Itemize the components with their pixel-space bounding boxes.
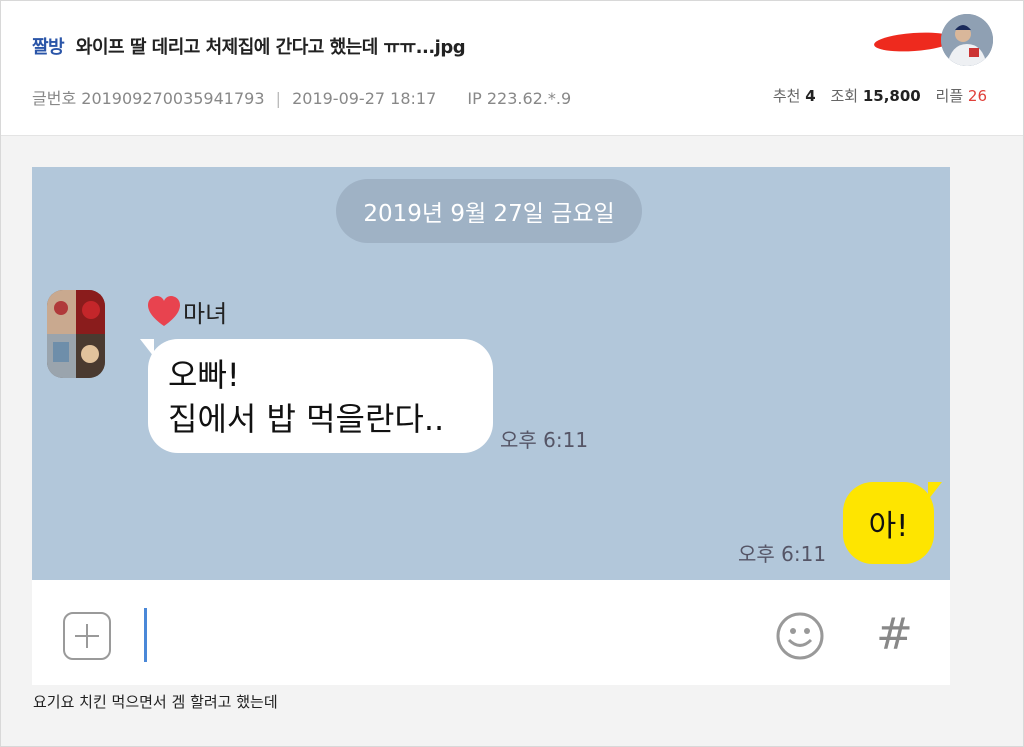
friend-avatar — [47, 290, 105, 378]
post-no-value: 201909270035941793 — [81, 89, 265, 108]
received-message-line: 오빠! — [168, 356, 240, 394]
chat-screenshot: 2019년 9월 27일 금요일 마녀 오빠! 집에서 밥 먹을란다.. 오후 … — [32, 167, 950, 580]
post-meta: 글번호 201909270035941793 | 2019-09-27 18:1… — [32, 85, 571, 109]
author-avatar[interactable] — [941, 14, 993, 66]
heart-icon — [148, 295, 180, 326]
views-count: 15,800 — [862, 87, 921, 105]
meta-separator: | — [275, 89, 281, 108]
post-header: 짤방 와이프 딸 데리고 처제집에 간다고 했는데 ㅠㅠ...jpg 글번호 2… — [1, 1, 1023, 136]
sent-message-text: 아! — [868, 509, 909, 544]
sent-message-bubble[interactable]: 아! — [843, 482, 942, 564]
received-message-time: 오후 6:11 — [500, 428, 589, 452]
post-title-text: 와이프 딸 데리고 처제집에 간다고 했는데 ㅠㅠ...jpg — [75, 37, 466, 58]
chat-input-bar: # — [32, 580, 950, 685]
plus-icon[interactable] — [63, 612, 111, 660]
text-cursor[interactable] — [144, 608, 147, 662]
post-body-text: 요기요 치킨 먹으면서 겜 할려고 했는데 — [33, 693, 278, 711]
post-category[interactable]: 짤방 — [32, 37, 65, 58]
ip-label: IP — [467, 89, 482, 108]
recommend-label: 추천 — [772, 87, 801, 105]
sent-message-time: 오후 6:11 — [738, 542, 827, 566]
post-stats: 추천 4 조회 15,800 리플 26 — [773, 85, 987, 106]
replies-label: 리플 — [935, 87, 964, 105]
hashtag-icon[interactable]: # — [876, 610, 913, 660]
friend-name: 마녀 — [147, 294, 227, 329]
post-date: 2019-09-27 18:17 — [292, 89, 437, 108]
post-no-label: 글번호 — [32, 89, 77, 108]
ip-value: 223.62.*.9 — [486, 89, 572, 108]
views-label: 조회 — [830, 87, 859, 105]
received-message-bubble[interactable]: 오빠! 집에서 밥 먹을란다.. — [140, 339, 493, 453]
emoji-icon[interactable] — [775, 611, 825, 661]
recommend-count: 4 — [805, 87, 816, 105]
friend-name-text: 마녀 — [183, 300, 228, 328]
replies-count[interactable]: 26 — [968, 87, 987, 105]
received-message-line: 집에서 밥 먹을란다.. — [168, 400, 445, 438]
date-divider: 2019년 9월 27일 금요일 — [336, 179, 642, 243]
post-title: 짤방 와이프 딸 데리고 처제집에 간다고 했는데 ㅠㅠ...jpg — [32, 33, 466, 59]
